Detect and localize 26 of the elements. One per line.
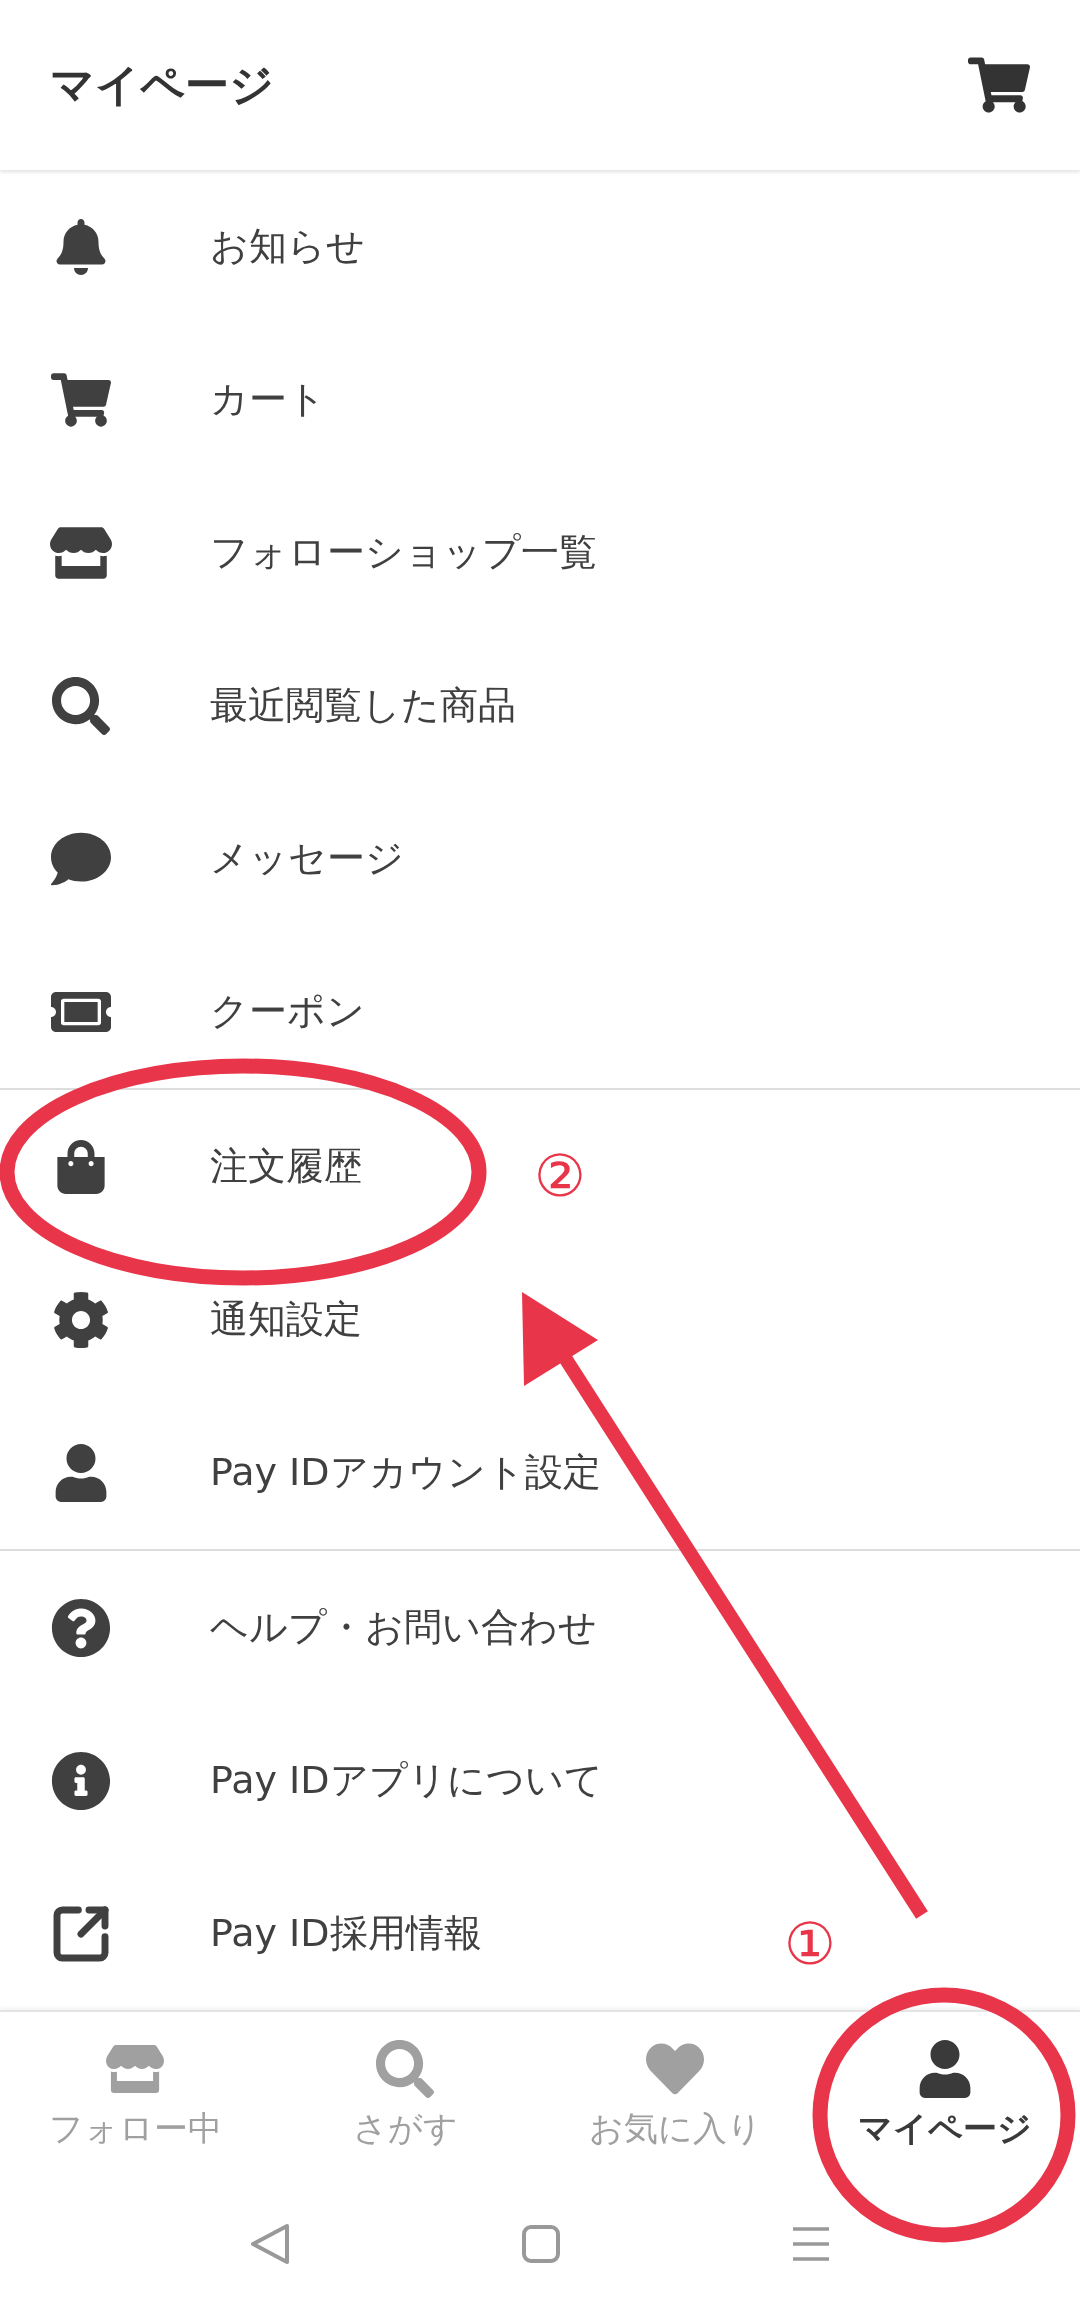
settings-icon <box>52 1290 110 1349</box>
menu-item[interactable]: フォローショップ一覧 <box>210 527 597 578</box>
search-icon <box>52 676 110 735</box>
page-title: マイページ <box>50 57 274 112</box>
help-icon <box>51 1597 111 1658</box>
shopping-bag-icon <box>54 1139 108 1194</box>
menu-item[interactable]: Pay IDアプリについて <box>210 1755 603 1806</box>
menu-item[interactable]: メッセージ <box>210 833 404 884</box>
menu-icon[interactable] <box>791 2225 831 2262</box>
menu-item[interactable]: Pay ID採用情報 <box>210 1908 482 1959</box>
menu-item[interactable]: Pay IDアカウント設定 <box>210 1447 601 1498</box>
menu-item[interactable]: 最近閲覧した商品 <box>210 680 516 731</box>
back-icon[interactable] <box>249 2221 291 2266</box>
menu-item[interactable]: 注文履歴 <box>210 1141 362 1192</box>
info-icon <box>51 1750 111 1811</box>
menu-item[interactable]: カート <box>210 374 326 425</box>
step-number: ① <box>784 1915 836 1973</box>
menu-item[interactable]: お知らせ <box>210 221 365 272</box>
search-icon <box>376 2040 434 2098</box>
step-number: ② <box>534 1147 586 1205</box>
menu-item[interactable]: ヘルプ・お問い合わせ <box>210 1602 597 1653</box>
cart-icon[interactable] <box>968 54 1030 116</box>
menu-item[interactable]: クーポン <box>210 986 365 1037</box>
menu-item[interactable]: 通知設定 <box>210 1294 362 1345</box>
nav-tab[interactable]: マイページ <box>810 2012 1080 2180</box>
home-icon[interactable] <box>521 2223 561 2264</box>
